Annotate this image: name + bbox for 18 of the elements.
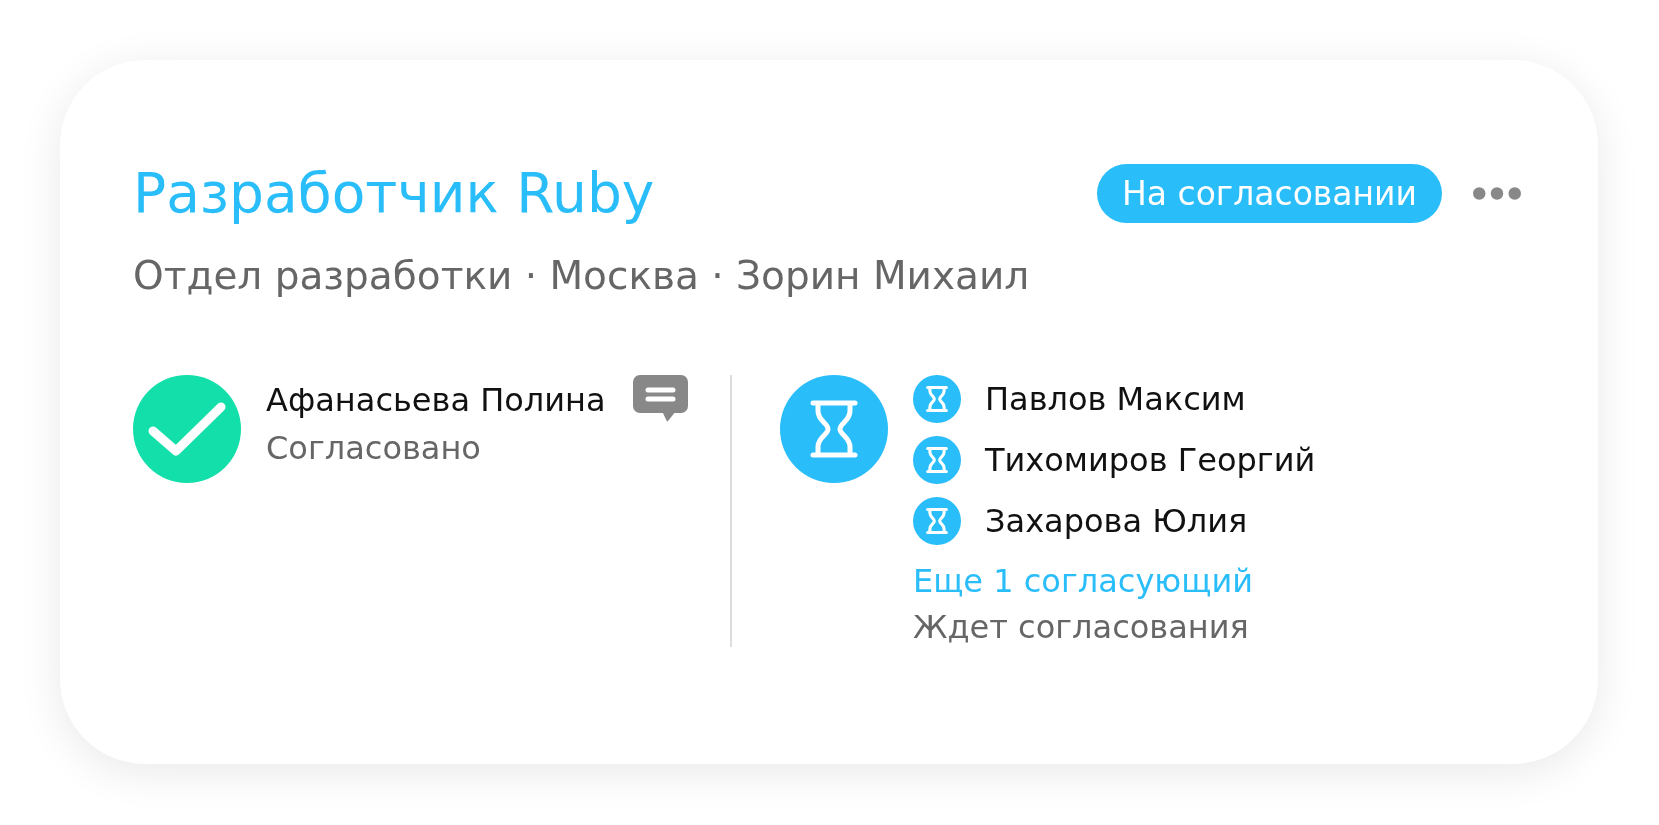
- stage-status: Согласовано: [266, 428, 481, 468]
- hourglass-icon: [913, 436, 961, 484]
- vacancy-title: Разработчик Ruby: [133, 160, 655, 227]
- more-approvers-link[interactable]: Еще 1 согласующий: [913, 561, 1253, 601]
- check-icon: [133, 375, 241, 483]
- hourglass-icon: [913, 497, 961, 545]
- approver-name: Захарова Юлия: [985, 501, 1248, 541]
- stage-status: Ждет согласования: [913, 607, 1249, 647]
- approver-name: Афанасьева Полина: [266, 380, 606, 420]
- more-dots-icon: [1473, 186, 1521, 200]
- hourglass-icon: [913, 375, 961, 423]
- comment-icon[interactable]: [632, 375, 688, 422]
- approver-name: Павлов Максим: [985, 379, 1246, 419]
- approver-name: Тихомиров Георгий: [985, 440, 1316, 480]
- vacancy-details: Отдел разработки · Москва · Зорин Михаил: [133, 252, 1031, 300]
- more-button[interactable]: [1473, 186, 1521, 200]
- status-badge: На согласовании: [1097, 163, 1442, 223]
- hourglass-icon: [780, 375, 888, 483]
